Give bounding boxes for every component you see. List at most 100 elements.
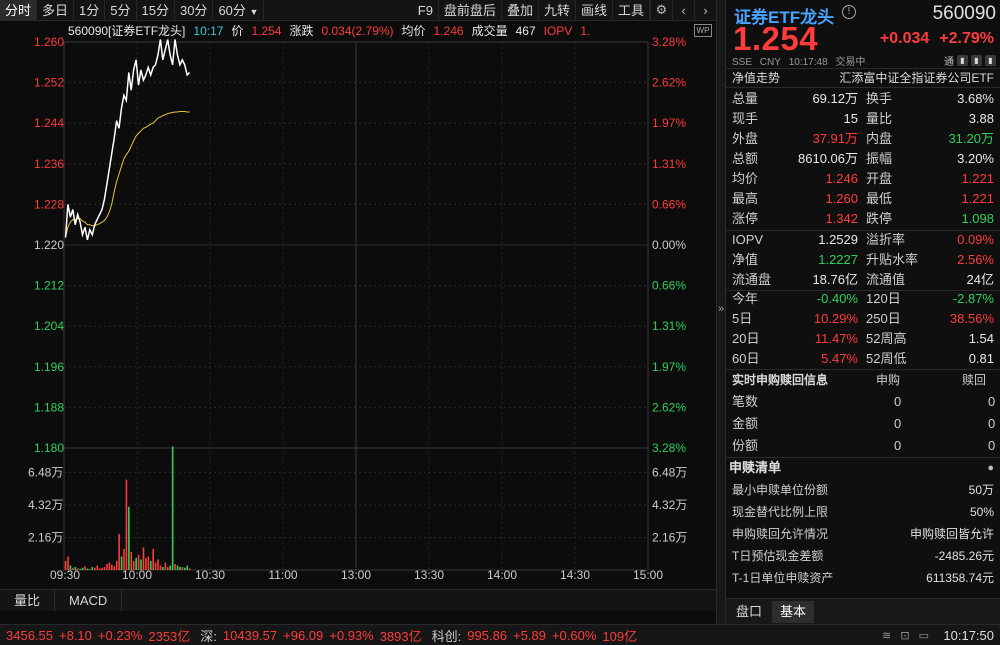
draw-line-button[interactable]: 画线 [576, 0, 613, 21]
overlay-button[interactable]: 叠加 [502, 0, 539, 21]
tab-volume-ratio[interactable]: 量比 [0, 590, 55, 611]
pct-tick-label: 2.62% [652, 76, 686, 90]
bell-icon[interactable]: ▮ [971, 55, 982, 66]
nav-trend-label[interactable]: 净值走势 [732, 69, 780, 88]
quote-tags: 通 ▮ ▮ ▮ [944, 53, 996, 68]
tab-1min[interactable]: 1分 [74, 0, 105, 21]
kc-index-value[interactable]: 995.86 [467, 628, 507, 643]
stat-value: 38.56% [950, 309, 994, 329]
volume-bar [113, 566, 115, 570]
tab-macd[interactable]: MACD [55, 590, 122, 611]
stat-label: 现手 [732, 109, 758, 129]
sz-index-value[interactable]: 10439.57 [223, 628, 277, 643]
volume-bar [186, 565, 188, 570]
chevron-right-icon[interactable]: › [694, 0, 716, 21]
intraday-chart[interactable]: 1.2603.28%1.2522.62%1.2441.97%1.2361.31%… [0, 22, 716, 587]
sh-index-value[interactable]: 3456.55 [6, 628, 53, 643]
currency: CNY [760, 57, 781, 68]
stat-row: 20日11.47%52周高1.54 [726, 329, 1000, 349]
time-tick-label: 09:30 [50, 568, 80, 582]
stat-row: 现手15量比3.88 [726, 109, 1000, 129]
bookmark-icon[interactable]: ▮ [957, 55, 968, 66]
stat-value: 3.68% [957, 89, 994, 109]
stat-value: 5.47% [821, 349, 858, 369]
price-tick-label: 1.236 [34, 157, 64, 171]
stat-row: 5日10.29%250日38.56% [726, 309, 1000, 329]
volume-bar [87, 568, 89, 570]
tab-multiday[interactable]: 多日 [37, 0, 74, 21]
pre-post-market-button[interactable]: 盘前盘后 [439, 0, 502, 21]
col-subscribe: 申购 [876, 369, 900, 391]
stat-row: 最高1.260最低1.221 [726, 189, 1000, 209]
stat-label: 最低 [866, 189, 892, 209]
f9-button[interactable]: F9 [413, 0, 439, 21]
pct-tick-label: 1.97% [652, 116, 686, 130]
volume-bar [118, 534, 120, 570]
stat-value: 31.20万 [948, 129, 994, 149]
volume-bar [104, 567, 106, 570]
volume-bar [184, 568, 186, 570]
stat-label: 量比 [866, 109, 892, 129]
stat-label: 250日 [866, 309, 901, 329]
volume-bar [96, 565, 98, 570]
redeem-list-row: T日预估现金差额-2485.26元 [726, 545, 1000, 567]
stat-label: IOPV [732, 230, 763, 250]
info-icon[interactable]: ! [842, 5, 856, 19]
stat-row: IOPV1.2529溢折率0.09% [726, 230, 1000, 250]
nav-trend-row[interactable]: 净值走势 汇添富中证全指证券公司ETF [726, 68, 1000, 88]
tab-15min[interactable]: 15分 [137, 0, 175, 21]
volume-bar [89, 569, 91, 570]
menu-icon[interactable]: ▮ [985, 55, 996, 66]
tab-order-book[interactable]: 盘口 [728, 601, 770, 623]
pct-tick-label: 3.28% [652, 35, 686, 49]
wp-badge[interactable]: WP [694, 24, 712, 37]
tools-button[interactable]: 工具 [613, 0, 650, 21]
volume-bar [174, 564, 176, 570]
volume-bar [162, 567, 164, 570]
status-icons[interactable]: ≋ ⊡ ▭ [882, 629, 932, 642]
tab-5min[interactable]: 5分 [105, 0, 136, 21]
price-tick-label: 1.220 [34, 238, 64, 252]
quote-panel: 证券ETF龙头 ! 560090 1.254 +0.034+2.79% SSE … [726, 0, 1000, 624]
redeem-row-value: 0 [894, 413, 901, 435]
volume-bar [165, 562, 167, 570]
redeem-list-row: 现金替代比例上限50% [726, 501, 1000, 523]
period-toolbar: 分时 多日 1分 5分 15分 30分 60分 ▼ F9 盘前盘后 叠加 九转 … [0, 0, 716, 21]
pct-tick-label: 0.66% [652, 279, 686, 293]
tab-intraday[interactable]: 分时 [0, 0, 37, 21]
index-status-bar: 3456.55 +8.10 +0.23% 2353亿 深: 10439.57 +… [0, 624, 1000, 645]
redeem-row: 金额00 [726, 413, 1000, 435]
redeem-list-dot-icon[interactable]: ● [987, 457, 994, 479]
pct-tick-label: 1.31% [652, 157, 686, 171]
tab-60min[interactable]: 60分 ▼ [213, 0, 264, 21]
nine-turn-button[interactable]: 九转 [539, 0, 576, 21]
stat-row: 流通盘18.76亿流通值24亿 [726, 270, 1000, 290]
stat-row: 涨停1.342跌停1.098 [726, 209, 1000, 229]
tab-basic[interactable]: 基本 [772, 601, 814, 623]
redeem-list-row: 申购赎回允许情况申购赎回皆允许 [726, 523, 1000, 545]
chevron-left-icon[interactable]: ‹ [672, 0, 694, 21]
stat-label: 52周高 [866, 329, 906, 349]
stat-label: 均价 [732, 169, 758, 189]
info-vol: 467 [516, 23, 536, 39]
tab-30min[interactable]: 30分 [175, 0, 213, 21]
volume-bar [116, 561, 118, 570]
time-tick-label: 14:30 [560, 568, 590, 582]
panel-splitter[interactable]: » [716, 0, 726, 624]
volume-bar [177, 565, 179, 570]
redeem-row-value: 0 [988, 435, 995, 457]
double-chevron-right-icon[interactable]: » [718, 303, 724, 315]
gear-icon[interactable]: ⚙ [650, 0, 672, 21]
stat-label: 内盘 [866, 129, 892, 149]
chart-info-line: 560090[证券ETF龙头] 10:17 价 1.254 涨跌 0.034(2… [68, 23, 590, 39]
redeem-list-title-text: 申赎清单 [729, 457, 781, 479]
redeem-list-value: -2485.26元 [935, 545, 994, 567]
volume-bar [109, 562, 111, 570]
stat-label: 流通值 [866, 270, 905, 290]
stat-value: 37.91万 [812, 129, 858, 149]
price-tick-label: 1.188 [34, 400, 64, 414]
pct-tick-label: 2.62% [652, 400, 686, 414]
redeem-list-row: T-1日单位申赎资产611358.74元 [726, 567, 1000, 589]
stat-row: 外盘37.91万内盘31.20万 [726, 129, 1000, 149]
info-code-name: 560090[证券ETF龙头] [68, 23, 185, 39]
